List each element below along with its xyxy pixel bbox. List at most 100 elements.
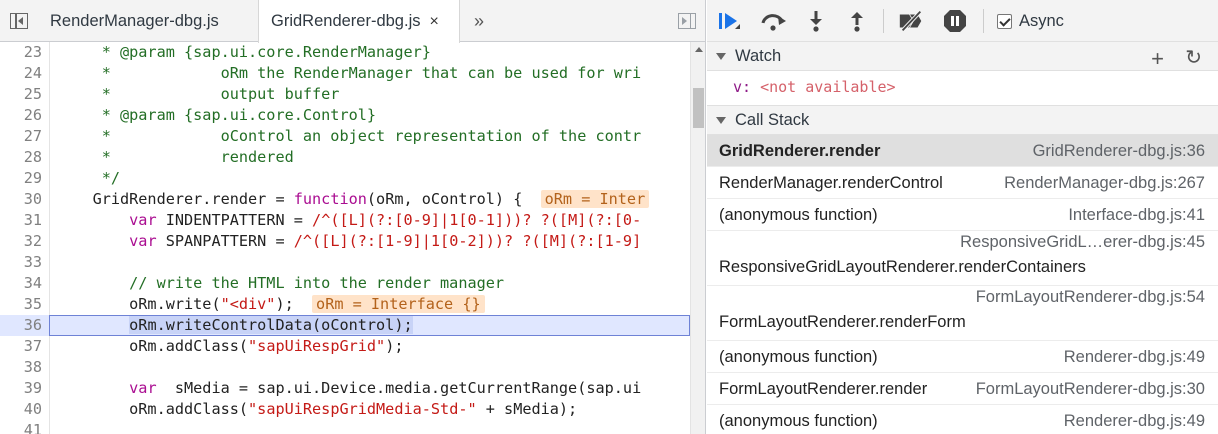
- call-frame[interactable]: (anonymous function) Renderer-dbg.js:49: [707, 341, 1218, 373]
- call-frame-function: FormLayoutRenderer.render: [719, 380, 928, 398]
- call-frame-location[interactable]: ResponsiveGridL…erer-dbg.js:45: [960, 233, 1205, 252]
- add-watch-icon[interactable]: +: [1151, 46, 1164, 72]
- code-line[interactable]: 33: [0, 252, 690, 273]
- code-line[interactable]: 37 oRm.addClass("sapUiRespGrid");: [0, 336, 690, 357]
- step-over-button[interactable]: [759, 7, 787, 35]
- code-line[interactable]: 34 // write the HTML into the render man…: [0, 273, 690, 294]
- refresh-icon[interactable]: ↻: [1185, 45, 1202, 70]
- code-line[interactable]: 40 oRm.addClass("sapUiRespGridMedia-Std-…: [0, 399, 690, 420]
- inline-variable-value: oRm = Interface {}: [312, 295, 485, 313]
- keyword: var: [129, 232, 157, 250]
- call-stack-list: GridRenderer.render GridRenderer-dbg.js:3…: [707, 135, 1218, 434]
- step-into-button[interactable]: [802, 7, 830, 35]
- call-frame-function: (anonymous function): [719, 348, 878, 366]
- code-line[interactable]: 27 * oControl an object representation o…: [0, 126, 690, 147]
- comment-text: */: [56, 169, 121, 187]
- call-frame[interactable]: ResponsiveGridLayoutRenderer.renderConta…: [707, 231, 1218, 286]
- code-line[interactable]: 28 * rendered: [0, 147, 690, 168]
- string-literal: "sapUiRespGrid": [248, 337, 386, 355]
- comment-text: * @param {sap.ui.core.Control}: [56, 106, 377, 124]
- comment-text: * oRm the RenderManager that can be used…: [56, 64, 642, 82]
- call-frame-location[interactable]: Renderer-dbg.js:49: [1064, 348, 1205, 367]
- line-number[interactable]: 41: [0, 420, 42, 434]
- resume-button[interactable]: [715, 7, 743, 35]
- line-number[interactable]: 39: [0, 378, 42, 399]
- close-icon[interactable]: ×: [429, 13, 438, 31]
- call-stack-section-header[interactable]: Call Stack: [707, 105, 1218, 135]
- call-frame[interactable]: RenderManager.renderControl RenderManager…: [707, 167, 1218, 199]
- call-frame-function: ResponsiveGridLayoutRenderer.renderConta…: [719, 258, 1086, 276]
- line-number[interactable]: 34: [0, 273, 42, 294]
- code-line[interactable]: 24 * oRm the RenderManager that can be u…: [0, 63, 690, 84]
- code-line[interactable]: 25 * output buffer: [0, 84, 690, 105]
- code-line[interactable]: 39 var sMedia = sap.ui.Device.media.getC…: [0, 378, 690, 399]
- pause-on-exceptions-button[interactable]: [941, 7, 969, 35]
- source-text: */: [56, 168, 120, 189]
- comment-text: * output buffer: [56, 85, 340, 103]
- async-toggle[interactable]: Async: [997, 12, 1064, 31]
- line-number[interactable]: 27: [0, 126, 42, 147]
- resume-icon: [719, 13, 740, 29]
- code-line[interactable]: 23 * @param {sap.ui.core.RenderManager}: [0, 42, 690, 63]
- code-line[interactable]: 36 oRm.writeControlData(oControl);: [0, 315, 690, 336]
- toggle-debugger-button[interactable]: [668, 0, 705, 42]
- call-frame[interactable]: FormLayoutRenderer.render FormLayoutRende…: [707, 373, 1218, 405]
- deactivate-breakpoints-button[interactable]: [897, 7, 925, 35]
- call-frame-location[interactable]: FormLayoutRenderer-dbg.js:54: [976, 288, 1205, 307]
- watch-expression-value: <not available>: [760, 78, 896, 96]
- step-out-button[interactable]: [843, 7, 871, 35]
- code-line[interactable]: 38: [0, 357, 690, 378]
- code-line[interactable]: 35 oRm.write("<div"); oRm = Interface {}: [0, 294, 690, 315]
- line-number[interactable]: 29: [0, 168, 42, 189]
- call-frame[interactable]: GridRenderer.render GridRenderer-dbg.js:3…: [707, 135, 1218, 167]
- tab-rendermanager[interactable]: RenderManager-dbg.js: [38, 0, 258, 42]
- code-line[interactable]: 41: [0, 420, 690, 434]
- call-frame[interactable]: (anonymous function) Renderer-dbg.js:49: [707, 405, 1218, 434]
- source-text: oRm.write("<div"); oRm = Interface {}: [56, 294, 485, 315]
- code-line[interactable]: 30 GridRenderer.render = function(oRm, o…: [0, 189, 690, 210]
- code-text: sMedia = sap.ui.Device.media.getCurrentR…: [156, 379, 642, 397]
- call-frame-location[interactable]: Renderer-dbg.js:49: [1064, 412, 1205, 431]
- line-number[interactable]: 36: [0, 315, 42, 336]
- line-number[interactable]: 35: [0, 294, 42, 315]
- scrollbar-thumb[interactable]: [693, 88, 704, 128]
- line-number[interactable]: 40: [0, 399, 42, 420]
- watch-expression-row[interactable]: v: <not available>: [707, 72, 1218, 102]
- vertical-scrollbar[interactable]: [690, 42, 705, 434]
- scroll-up-arrow-icon[interactable]: [695, 47, 703, 52]
- step-out-icon: [851, 12, 863, 32]
- line-number[interactable]: 26: [0, 105, 42, 126]
- watch-section-header[interactable]: Watch + ↻: [707, 41, 1218, 71]
- call-frame-location[interactable]: FormLayoutRenderer-dbg.js:30: [976, 380, 1205, 399]
- code-area[interactable]: 23 * @param {sap.ui.core.RenderManager} 2…: [0, 42, 690, 434]
- line-number[interactable]: 37: [0, 336, 42, 357]
- source-text: * oRm the RenderManager that can be used…: [56, 63, 642, 84]
- line-number[interactable]: 30: [0, 189, 42, 210]
- call-frame-location[interactable]: RenderManager-dbg.js:267: [1004, 174, 1205, 193]
- call-frame-location[interactable]: Interface-dbg.js:41: [1068, 206, 1205, 225]
- code-line[interactable]: 29 */: [0, 168, 690, 189]
- toggle-navigator-button[interactable]: [0, 0, 38, 42]
- line-number[interactable]: 24: [0, 63, 42, 84]
- source-text: var SPANPATTERN = /^([L](?:[1-9]|1[0-2])…: [56, 231, 641, 252]
- call-frame[interactable]: FormLayoutRenderer.renderForm FormLayoutR…: [707, 286, 1218, 341]
- line-number[interactable]: 33: [0, 252, 42, 273]
- line-number[interactable]: 38: [0, 357, 42, 378]
- line-number[interactable]: 25: [0, 84, 42, 105]
- more-tabs-chevron-icon[interactable]: »: [462, 0, 496, 42]
- call-frame-location[interactable]: GridRenderer-dbg.js:36: [1033, 142, 1205, 161]
- code-line[interactable]: 32 var SPANPATTERN = /^([L](?:[1-9]|1[0-…: [0, 231, 690, 252]
- tab-gridrenderer[interactable]: GridRenderer-dbg.js ×: [258, 0, 460, 43]
- line-number[interactable]: 23: [0, 42, 42, 63]
- call-frame[interactable]: (anonymous function) Interface-dbg.js:41: [707, 199, 1218, 231]
- call-stack-title: Call Stack: [735, 110, 810, 129]
- line-number[interactable]: 32: [0, 231, 42, 252]
- line-number[interactable]: 28: [0, 147, 42, 168]
- code-line[interactable]: 31 var INDENTPATTERN = /^([L](?:[0-9]|1[…: [0, 210, 690, 231]
- code-line[interactable]: 26 * @param {sap.ui.core.Control}: [0, 105, 690, 126]
- async-checkbox[interactable]: [997, 14, 1012, 29]
- source-text: * output buffer: [56, 84, 340, 105]
- line-number[interactable]: 31: [0, 210, 42, 231]
